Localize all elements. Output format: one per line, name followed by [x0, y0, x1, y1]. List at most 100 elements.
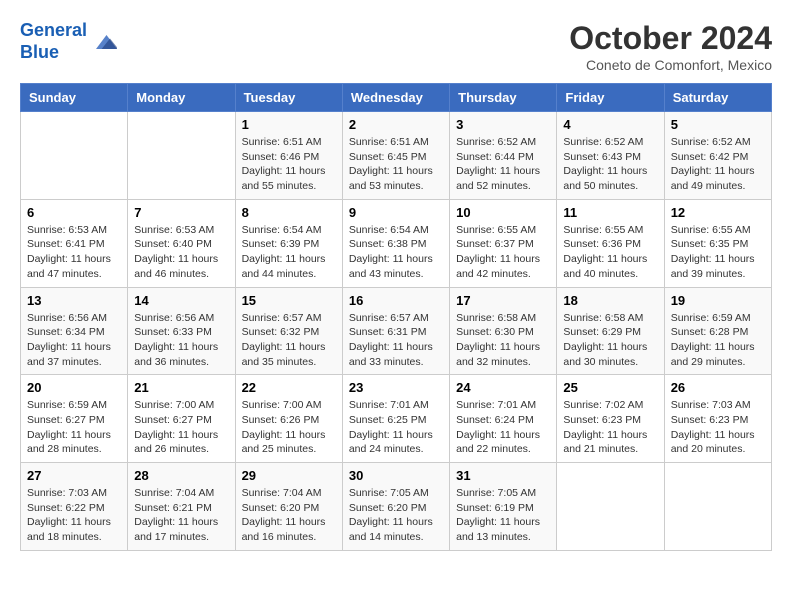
day-cell: 9 Sunrise: 6:54 AMSunset: 6:38 PMDaylight… — [342, 199, 449, 287]
day-number: 7 — [134, 205, 228, 220]
day-info: Sunrise: 7:04 AMSunset: 6:20 PMDaylight:… — [242, 486, 336, 545]
col-header-monday: Monday — [128, 84, 235, 112]
day-number: 13 — [27, 293, 121, 308]
day-info: Sunrise: 6:58 AMSunset: 6:29 PMDaylight:… — [563, 311, 657, 370]
day-info: Sunrise: 7:05 AMSunset: 6:20 PMDaylight:… — [349, 486, 443, 545]
day-number: 26 — [671, 380, 765, 395]
day-info: Sunrise: 6:56 AMSunset: 6:33 PMDaylight:… — [134, 311, 228, 370]
day-cell: 13 Sunrise: 6:56 AMSunset: 6:34 PMDayligh… — [21, 287, 128, 375]
location: Coneto de Comonfort, Mexico — [569, 57, 772, 73]
day-cell: 5 Sunrise: 6:52 AMSunset: 6:42 PMDaylight… — [664, 112, 771, 200]
header-row: SundayMondayTuesdayWednesdayThursdayFrid… — [21, 84, 772, 112]
col-header-saturday: Saturday — [664, 84, 771, 112]
day-cell: 11 Sunrise: 6:55 AMSunset: 6:36 PMDayligh… — [557, 199, 664, 287]
day-number: 22 — [242, 380, 336, 395]
day-cell: 27Sunrise: 7:03 AMSunset: 6:22 PMDayligh… — [21, 463, 128, 551]
calendar-body: 1 Sunrise: 6:51 AMSunset: 6:46 PMDaylight… — [21, 112, 772, 551]
day-cell: 26 Sunrise: 7:03 AMSunset: 6:23 PMDayligh… — [664, 375, 771, 463]
day-cell: 2Sunrise: 6:51 AMSunset: 6:45 PMDaylight… — [342, 112, 449, 200]
day-info: Sunrise: 7:01 AMSunset: 6:25 PMDaylight:… — [349, 398, 443, 457]
day-number: 20 — [27, 380, 121, 395]
week-row-5: 27Sunrise: 7:03 AMSunset: 6:22 PMDayligh… — [21, 463, 772, 551]
day-info: Sunrise: 7:00 AMSunset: 6:26 PMDaylight:… — [242, 398, 336, 457]
page-header: General Blue October 2024 Coneto de Como… — [20, 20, 772, 73]
day-cell: 17 Sunrise: 6:58 AMSunset: 6:30 PMDayligh… — [450, 287, 557, 375]
day-number: 16 — [349, 293, 443, 308]
day-info: Sunrise: 6:52 AMSunset: 6:44 PMDaylight:… — [456, 135, 550, 194]
calendar-header: SundayMondayTuesdayWednesdayThursdayFrid… — [21, 84, 772, 112]
week-row-2: 6 Sunrise: 6:53 AMSunset: 6:41 PMDaylight… — [21, 199, 772, 287]
day-number: 9 — [349, 205, 443, 220]
day-info: Sunrise: 6:59 AMSunset: 6:28 PMDaylight:… — [671, 311, 765, 370]
day-info: Sunrise: 7:02 AMSunset: 6:23 PMDaylight:… — [563, 398, 657, 457]
day-number: 10 — [456, 205, 550, 220]
day-cell: 1 Sunrise: 6:51 AMSunset: 6:46 PMDaylight… — [235, 112, 342, 200]
day-cell: 29 Sunrise: 7:04 AMSunset: 6:20 PMDayligh… — [235, 463, 342, 551]
day-cell — [21, 112, 128, 200]
col-header-friday: Friday — [557, 84, 664, 112]
day-cell: 4Sunrise: 6:52 AMSunset: 6:43 PMDaylight… — [557, 112, 664, 200]
day-number: 15 — [242, 293, 336, 308]
week-row-4: 20 Sunrise: 6:59 AMSunset: 6:27 PMDayligh… — [21, 375, 772, 463]
day-info: Sunrise: 7:00 AMSunset: 6:27 PMDaylight:… — [134, 398, 228, 457]
day-info: Sunrise: 7:04 AMSunset: 6:21 PMDaylight:… — [134, 486, 228, 545]
day-cell: 7 Sunrise: 6:53 AMSunset: 6:40 PMDaylight… — [128, 199, 235, 287]
col-header-thursday: Thursday — [450, 84, 557, 112]
day-number: 14 — [134, 293, 228, 308]
day-info: Sunrise: 6:55 AMSunset: 6:36 PMDaylight:… — [563, 223, 657, 282]
day-number: 18 — [563, 293, 657, 308]
day-number: 5 — [671, 117, 765, 132]
col-header-sunday: Sunday — [21, 84, 128, 112]
day-info: Sunrise: 6:53 AMSunset: 6:41 PMDaylight:… — [27, 223, 121, 282]
day-number: 31 — [456, 468, 550, 483]
title-block: October 2024 Coneto de Comonfort, Mexico — [569, 20, 772, 73]
day-number: 11 — [563, 205, 657, 220]
logo-icon — [89, 28, 117, 56]
day-info: Sunrise: 6:52 AMSunset: 6:42 PMDaylight:… — [671, 135, 765, 194]
day-info: Sunrise: 6:54 AMSunset: 6:38 PMDaylight:… — [349, 223, 443, 282]
day-info: Sunrise: 6:55 AMSunset: 6:37 PMDaylight:… — [456, 223, 550, 282]
day-number: 4 — [563, 117, 657, 132]
day-info: Sunrise: 6:54 AMSunset: 6:39 PMDaylight:… — [242, 223, 336, 282]
day-number: 17 — [456, 293, 550, 308]
day-info: Sunrise: 6:56 AMSunset: 6:34 PMDaylight:… — [27, 311, 121, 370]
day-number: 24 — [456, 380, 550, 395]
day-number: 1 — [242, 117, 336, 132]
month-title: October 2024 — [569, 20, 772, 57]
logo: General Blue — [20, 20, 117, 63]
day-number: 25 — [563, 380, 657, 395]
day-cell: 15 Sunrise: 6:57 AMSunset: 6:32 PMDayligh… — [235, 287, 342, 375]
day-cell — [128, 112, 235, 200]
day-number: 12 — [671, 205, 765, 220]
day-number: 8 — [242, 205, 336, 220]
day-info: Sunrise: 7:03 AMSunset: 6:23 PMDaylight:… — [671, 398, 765, 457]
day-cell: 18 Sunrise: 6:58 AMSunset: 6:29 PMDayligh… — [557, 287, 664, 375]
day-cell: 21Sunrise: 7:00 AMSunset: 6:27 PMDayligh… — [128, 375, 235, 463]
day-number: 6 — [27, 205, 121, 220]
day-info: Sunrise: 6:59 AMSunset: 6:27 PMDaylight:… — [27, 398, 121, 457]
day-number: 29 — [242, 468, 336, 483]
day-cell: 12Sunrise: 6:55 AMSunset: 6:35 PMDayligh… — [664, 199, 771, 287]
day-info: Sunrise: 6:51 AMSunset: 6:46 PMDaylight:… — [242, 135, 336, 194]
day-info: Sunrise: 7:01 AMSunset: 6:24 PMDaylight:… — [456, 398, 550, 457]
day-cell: 25 Sunrise: 7:02 AMSunset: 6:23 PMDayligh… — [557, 375, 664, 463]
day-cell: 16Sunrise: 6:57 AMSunset: 6:31 PMDayligh… — [342, 287, 449, 375]
day-number: 19 — [671, 293, 765, 308]
day-cell: 14 Sunrise: 6:56 AMSunset: 6:33 PMDayligh… — [128, 287, 235, 375]
day-number: 30 — [349, 468, 443, 483]
day-cell: 23Sunrise: 7:01 AMSunset: 6:25 PMDayligh… — [342, 375, 449, 463]
day-cell: 3Sunrise: 6:52 AMSunset: 6:44 PMDaylight… — [450, 112, 557, 200]
day-cell: 30 Sunrise: 7:05 AMSunset: 6:20 PMDayligh… — [342, 463, 449, 551]
day-cell: 8 Sunrise: 6:54 AMSunset: 6:39 PMDaylight… — [235, 199, 342, 287]
day-info: Sunrise: 6:57 AMSunset: 6:32 PMDaylight:… — [242, 311, 336, 370]
day-number: 27 — [27, 468, 121, 483]
col-header-wednesday: Wednesday — [342, 84, 449, 112]
day-info: Sunrise: 7:05 AMSunset: 6:19 PMDaylight:… — [456, 486, 550, 545]
day-number: 28 — [134, 468, 228, 483]
day-info: Sunrise: 6:58 AMSunset: 6:30 PMDaylight:… — [456, 311, 550, 370]
day-cell: 10 Sunrise: 6:55 AMSunset: 6:37 PMDayligh… — [450, 199, 557, 287]
day-info: Sunrise: 6:51 AMSunset: 6:45 PMDaylight:… — [349, 135, 443, 194]
week-row-1: 1 Sunrise: 6:51 AMSunset: 6:46 PMDaylight… — [21, 112, 772, 200]
day-info: Sunrise: 6:53 AMSunset: 6:40 PMDaylight:… — [134, 223, 228, 282]
day-cell: 28 Sunrise: 7:04 AMSunset: 6:21 PMDayligh… — [128, 463, 235, 551]
